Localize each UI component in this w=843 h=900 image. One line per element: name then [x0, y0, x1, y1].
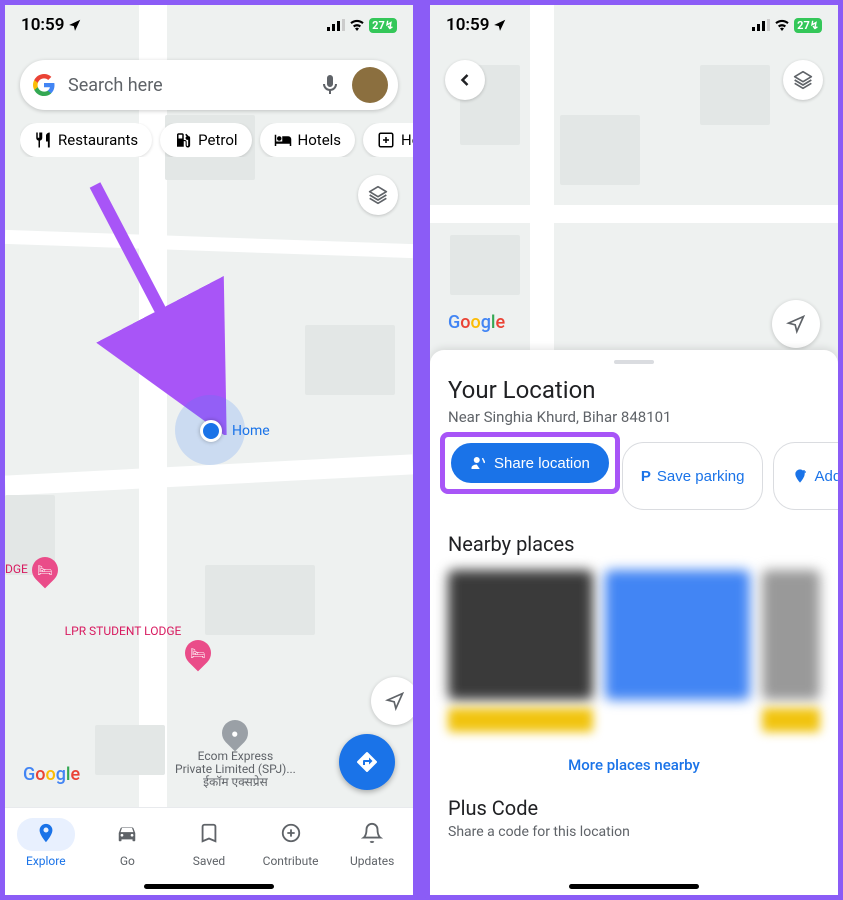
google-logo-icon: [30, 71, 58, 99]
plus-circle-icon: [280, 822, 302, 844]
clock-text: 10:59: [21, 15, 64, 35]
parking-icon: P: [641, 468, 651, 485]
recenter-button[interactable]: [772, 300, 820, 348]
utensils-icon: [34, 131, 52, 149]
location-arrow-icon: [493, 18, 507, 32]
chip-hotels[interactable]: Hotels: [260, 123, 356, 157]
battery-badge: 27↯: [369, 18, 397, 33]
bell-icon: [361, 822, 383, 844]
add-button[interactable]: Add: [773, 442, 838, 510]
nearby-card[interactable]: [448, 570, 593, 700]
directions-fab[interactable]: [339, 734, 395, 790]
home-indicator[interactable]: [144, 884, 274, 889]
annotation-highlight: Share location: [440, 432, 620, 494]
car-icon: [116, 822, 138, 844]
plus-code-subtitle: Share a code for this location: [448, 824, 820, 840]
directions-icon: [355, 750, 379, 774]
bookmark-icon: [198, 822, 220, 844]
plus-code-title: Plus Code: [448, 796, 820, 820]
share-location-button[interactable]: Share location: [451, 443, 609, 483]
fuel-icon: [174, 131, 192, 149]
nearby-card[interactable]: [762, 570, 820, 700]
more-places-link[interactable]: More places nearby: [448, 742, 820, 788]
bottom-navigation: Explore Go Saved Contribute Updates: [5, 807, 413, 895]
location-arrow-icon: [786, 314, 806, 334]
nav-explore[interactable]: Explore: [17, 818, 75, 895]
plus-box-icon: [377, 131, 395, 149]
cellular-icon: [752, 19, 770, 31]
chip-petrol[interactable]: Petrol: [160, 123, 251, 157]
google-watermark: Google: [23, 764, 80, 785]
chip-hospitals[interactable]: Hosp: [363, 123, 413, 157]
pin-icon: [35, 822, 57, 844]
status-bar: 10:59 27↯: [5, 5, 413, 45]
chevron-left-icon: [455, 70, 475, 90]
location-label: Home: [232, 423, 270, 439]
poi-ecom[interactable]: ● Ecom ExpressPrivate Limited (SPJ)...ईक…: [175, 720, 296, 790]
save-parking-button[interactable]: P Save parking: [622, 442, 764, 510]
layers-button[interactable]: [783, 60, 823, 100]
layers-icon: [368, 185, 388, 205]
pin-plus-icon: [792, 468, 808, 484]
nearby-title: Nearby places: [448, 532, 820, 556]
microphone-icon[interactable]: [318, 73, 342, 97]
search-placeholder: Search here: [68, 75, 308, 96]
layers-button[interactable]: [358, 175, 398, 215]
home-indicator[interactable]: [569, 884, 699, 889]
action-row: Share location P Save parking Add: [448, 442, 820, 510]
poi-lodge-partial[interactable]: DGE 🛏: [5, 557, 58, 583]
drag-handle[interactable]: [614, 360, 654, 364]
layers-icon: [793, 70, 813, 90]
nav-updates[interactable]: Updates: [343, 818, 401, 895]
category-chips: Restaurants Petrol Hotels Hosp: [20, 123, 413, 157]
panel-title: Your Location: [448, 376, 820, 404]
nearby-card[interactable]: [605, 570, 750, 700]
panel-subtitle: Near Singhia Khurd, Bihar 848101: [448, 408, 820, 426]
battery-badge: 27↯: [794, 18, 822, 33]
search-bar[interactable]: Search here: [20, 60, 398, 110]
status-bar: 10:59 27↯: [430, 5, 838, 45]
google-watermark: Google: [448, 312, 505, 333]
clock-text: 10:59: [446, 15, 489, 35]
location-panel[interactable]: Your Location Near Singhia Khurd, Bihar …: [430, 350, 838, 895]
profile-avatar[interactable]: [352, 67, 388, 103]
poi-lpr-lodge[interactable]: LPR STUDENT LODGE 🛏: [35, 625, 211, 666]
recenter-button[interactable]: [371, 677, 418, 725]
location-arrow-icon: [68, 18, 82, 32]
bed-icon: [274, 131, 292, 149]
chip-restaurants[interactable]: Restaurants: [20, 123, 152, 157]
location-arrow-icon: [385, 691, 405, 711]
share-person-icon: [470, 454, 488, 472]
back-button[interactable]: [445, 60, 485, 100]
cellular-icon: [327, 19, 345, 31]
nearby-cards: [448, 570, 820, 700]
wifi-icon: [349, 19, 365, 31]
wifi-icon: [774, 19, 790, 31]
